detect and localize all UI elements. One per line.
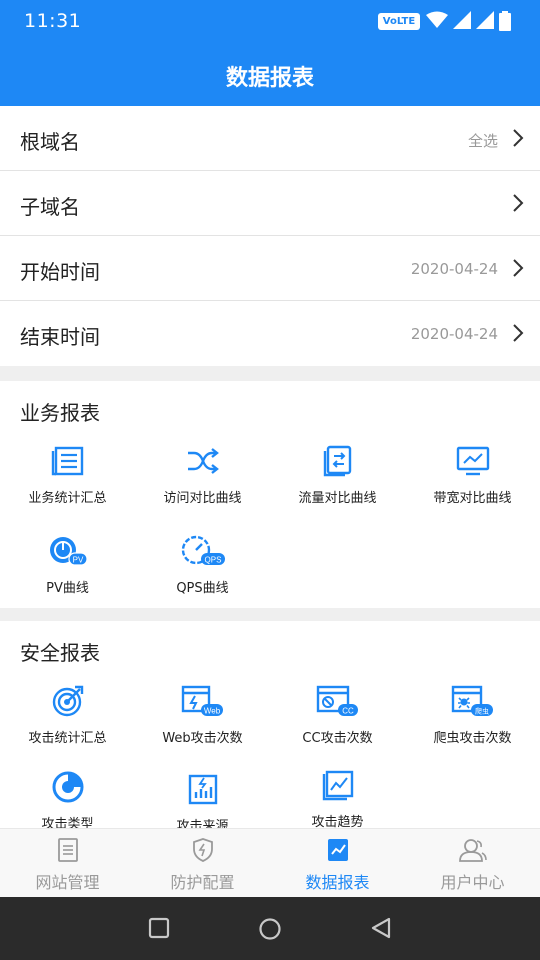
status-time: 11:31 (24, 10, 82, 32)
users-icon (458, 839, 487, 862)
pv-curve-item[interactable]: PV PV曲线 (0, 533, 135, 596)
web-attack-item[interactable]: Web Web攻击次数 (135, 683, 270, 746)
wifi-icon (426, 11, 448, 28)
item-label: PV曲线 (46, 581, 89, 596)
bar-source-icon (188, 774, 217, 805)
page-title: 数据报表 (225, 66, 314, 91)
item-label: 攻击统计汇总 (28, 731, 107, 746)
volte-badge: VoLTE 2 (378, 13, 420, 44)
filter-label: 开始时间 (20, 260, 100, 284)
filter-root-domain[interactable]: 根域名 全选 (0, 106, 540, 171)
tab-protection-config[interactable]: 防护配置 (135, 829, 270, 898)
pie-chart-icon (52, 771, 83, 803)
qps-badge: QPS (204, 556, 221, 565)
web-attack-icon: Web (181, 685, 223, 716)
chevron-right-icon (513, 324, 524, 342)
filter-end-time[interactable]: 结束时间 2020-04-24 (0, 301, 540, 366)
monitor-chart-icon (456, 446, 489, 476)
filter-start-time[interactable]: 开始时间 2020-04-24 (0, 236, 540, 301)
recent-apps-icon[interactable] (148, 917, 170, 939)
chevron-right-icon (513, 194, 524, 212)
attack-summary-item[interactable]: 攻击统计汇总 (0, 683, 135, 746)
attack-trend-item[interactable]: 攻击趋势 (270, 767, 405, 828)
item-label: CC攻击次数 (302, 731, 373, 746)
pv-badge: PV (72, 556, 83, 565)
filter-value: 全选 (467, 132, 498, 150)
battery-icon (499, 11, 511, 31)
home-icon[interactable] (258, 917, 282, 941)
crawler-attack-item[interactable]: 爬虫 爬虫攻击次数 (405, 683, 540, 746)
business-summary-item[interactable]: 业务统计汇总 (0, 443, 135, 506)
filter-subdomain[interactable]: 子域名 (0, 171, 540, 236)
status-bar: 11:31 VoLTE 2 (0, 0, 540, 44)
item-label: 攻击来源 (176, 819, 229, 828)
filter-label: 根域名 (20, 130, 80, 154)
filter-label: 子域名 (20, 195, 80, 219)
chevron-right-icon (513, 129, 524, 147)
visit-compare-item[interactable]: 访问对比曲线 (135, 443, 270, 506)
qps-gauge-icon: QPS (181, 535, 225, 565)
list-report-icon (51, 446, 83, 476)
chart-icon (327, 839, 348, 861)
item-label: 带宽对比曲线 (433, 491, 512, 506)
web-badge: Web (203, 707, 220, 716)
item-label: 爬虫攻击次数 (433, 731, 512, 746)
attack-source-item[interactable]: 攻击来源 (135, 771, 270, 828)
shield-icon (192, 838, 213, 862)
item-label: 流量对比曲线 (298, 491, 377, 506)
bandwidth-compare-item[interactable]: 带宽对比曲线 (405, 443, 540, 506)
filter-value: 2020-04-24 (410, 325, 498, 343)
traffic-compare-item[interactable]: 流量对比曲线 (270, 443, 405, 506)
system-nav-bar (0, 897, 540, 960)
security-report-section: 安全报表 攻击统计汇总 Web Web攻击次数 CC CC攻击次数 爬虫 爬虫攻… (0, 621, 540, 828)
cc-attack-item[interactable]: CC CC攻击次数 (270, 683, 405, 746)
tab-user-center[interactable]: 用户中心 (405, 829, 540, 898)
qps-curve-item[interactable]: QPS QPS曲线 (135, 533, 270, 596)
tab-label: 用户中心 (440, 873, 505, 892)
traffic-swap-icon (323, 445, 351, 477)
bottom-tab-bar: 网站管理 防护配置 数据报表 用户中心 (0, 828, 540, 897)
tab-site-management[interactable]: 网站管理 (0, 829, 135, 898)
pv-gauge-icon: PV (49, 537, 88, 566)
filter-label: 结束时间 (20, 325, 100, 349)
item-label: 攻击趋势 (311, 815, 364, 828)
tab-data-report[interactable]: 数据报表 (270, 829, 405, 898)
filter-value: 2020-04-24 (410, 260, 498, 278)
document-icon (57, 838, 78, 862)
tab-label: 网站管理 (35, 873, 100, 892)
signal-icon-2 (476, 11, 494, 29)
attack-type-item[interactable]: 攻击类型 (0, 769, 135, 828)
section-title: 业务报表 (20, 401, 100, 425)
title-bar: 数据报表 (0, 44, 540, 106)
crawler-attack-icon: 爬虫 (451, 685, 493, 716)
chevron-right-icon (513, 259, 524, 277)
item-label: 攻击类型 (41, 817, 94, 828)
back-icon[interactable] (370, 917, 392, 939)
section-title: 安全报表 (20, 641, 100, 665)
filter-list: 根域名 全选 子域名 开始时间 2020-04-24 结束时间 2020-04-… (0, 106, 540, 366)
trend-icon (322, 770, 353, 801)
signal-icon (453, 11, 471, 29)
item-label: QPS曲线 (176, 581, 229, 596)
tab-label: 防护配置 (170, 873, 235, 892)
status-icons (426, 11, 511, 31)
tab-label: 数据报表 (305, 873, 370, 892)
shuffle-icon (187, 448, 219, 474)
target-icon (52, 685, 83, 717)
cc-attack-icon: CC (316, 685, 358, 716)
business-report-section: 业务报表 业务统计汇总 访问对比曲线 流量对比曲线 带宽对比曲线 PV PV曲线… (0, 381, 540, 608)
crawler-badge: 爬虫 (475, 707, 489, 716)
item-label: 业务统计汇总 (28, 491, 107, 506)
item-label: Web攻击次数 (162, 731, 243, 746)
cc-badge: CC (342, 707, 354, 716)
item-label: 访问对比曲线 (163, 491, 242, 506)
